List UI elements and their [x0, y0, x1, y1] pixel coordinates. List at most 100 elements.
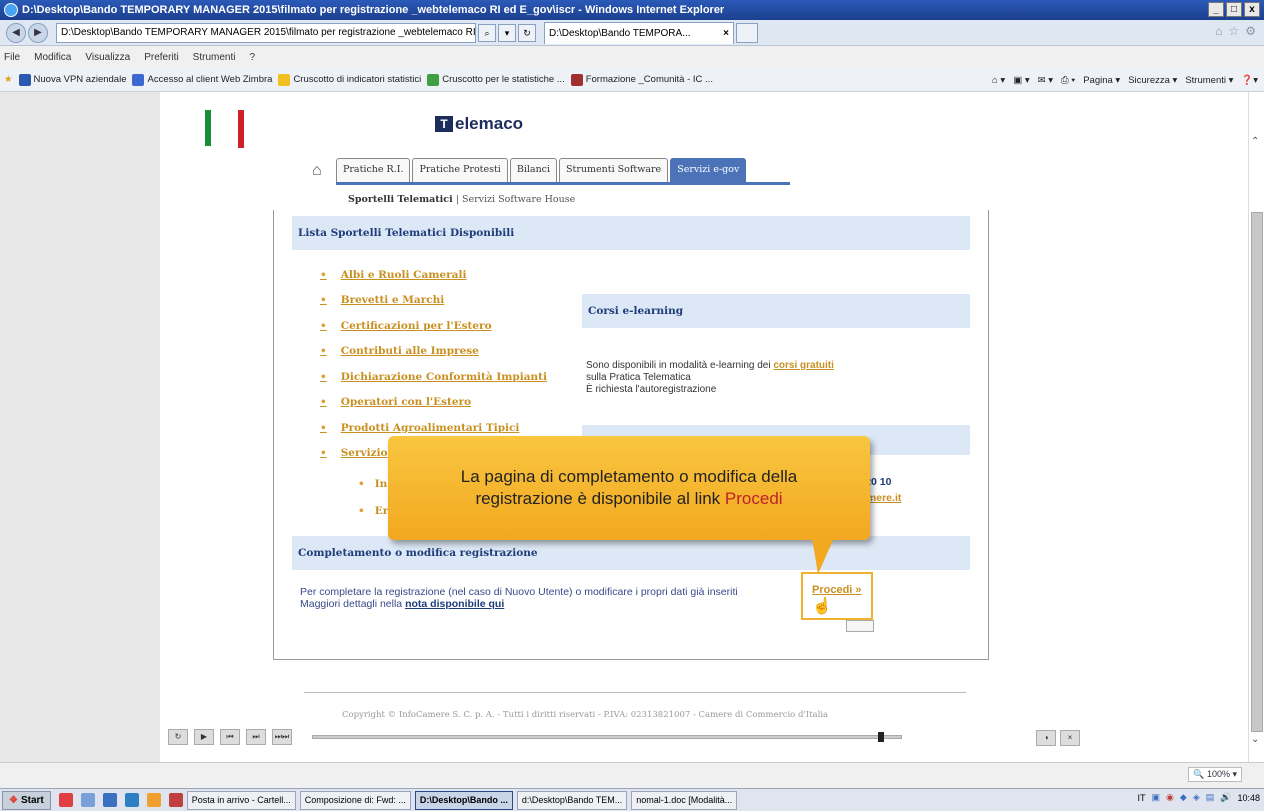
menu-strumenti[interactable]: Strumenti [193, 52, 236, 63]
tab-bilanci[interactable]: Bilanci [509, 158, 558, 182]
favorite-icon [570, 73, 583, 86]
quicklaunch-icon[interactable] [168, 793, 183, 807]
nota-link[interactable]: nota disponibile qui [405, 598, 504, 610]
previous-icon[interactable]: ⏮ [220, 729, 240, 745]
copyright-text: Copyright © InfoCamere S. C. p. A. - Tut… [342, 710, 829, 720]
flag-red-stripe [238, 110, 244, 148]
refresh-icon[interactable]: ↻ [518, 23, 536, 42]
subnav-sportelli[interactable]: Sportelli Telematici [348, 194, 453, 205]
settings-gear-icon[interactable]: ⚙ [1245, 24, 1256, 38]
favorites-star-icon[interactable]: ☆ [1228, 24, 1239, 38]
completamento-header: Completamento o modifica registrazione [292, 536, 970, 570]
scrollbar-thumb[interactable] [1251, 212, 1263, 732]
close-player-icon[interactable]: × [1060, 730, 1080, 746]
seek-thumb[interactable] [878, 732, 884, 742]
feeds-icon[interactable]: ▣ ▾ [1013, 75, 1029, 86]
quicklaunch-icon[interactable] [102, 793, 117, 807]
seek-bar[interactable] [312, 735, 902, 739]
favorite-item[interactable]: Cruscotto di indicatori statistici [278, 73, 421, 86]
tab-close-icon[interactable]: × [723, 28, 729, 39]
scroll-down-icon[interactable]: ⌄ [1251, 734, 1259, 745]
volume-tray-icon[interactable]: 🔊 [1220, 792, 1231, 803]
list-header: Lista Sportelli Telematici Disponibili [292, 216, 970, 250]
favorite-icon [132, 73, 145, 86]
zoom-icon: 🔍 [1193, 769, 1205, 779]
list-item[interactable]: Brevetti e Marchi [320, 288, 547, 314]
volume-icon[interactable]: ◑ [1036, 730, 1056, 746]
quicklaunch-icon[interactable] [146, 793, 161, 807]
tray-icon[interactable]: ▤ [1206, 792, 1215, 803]
scroll-up-icon[interactable]: ⌃ [1251, 136, 1259, 147]
tray-icon[interactable]: ▣ [1152, 792, 1161, 803]
back-icon[interactable]: ◀ [6, 22, 26, 43]
taskbar-task[interactable]: nomal-1.doc [Modalità... [631, 790, 738, 810]
quicklaunch-icon[interactable] [124, 793, 139, 807]
taskbar-task[interactable]: Posta in arrivo - Cartell... [186, 790, 296, 810]
browser-tab[interactable]: D:\Desktop\Bando TEMPORA... × [544, 21, 734, 44]
help-icon[interactable]: ❓▾ [1241, 75, 1258, 86]
taskbar-task[interactable]: D:\Desktop\Bando ... [414, 790, 513, 810]
list-item[interactable]: Contributi alle Imprese [320, 339, 547, 365]
menu-visualizza[interactable]: Visualizza [85, 52, 130, 63]
dropdown-icon[interactable]: ▾ [498, 23, 516, 42]
play-icon[interactable]: ▶ [194, 729, 214, 745]
tab-pratiche-ri[interactable]: Pratiche R.I. [336, 158, 411, 182]
favorite-item[interactable]: Nuova VPN aziendale [18, 73, 126, 86]
search-icon[interactable]: ⌕ [478, 23, 496, 42]
zoom-control[interactable]: 🔍 100% ▾ [1188, 767, 1242, 782]
tab-strumenti-software[interactable]: Strumenti Software [559, 158, 669, 182]
quicklaunch-icon[interactable] [80, 793, 95, 807]
favorite-item[interactable]: Accesso al client Web Zimbra [132, 73, 272, 86]
menu-modifica[interactable]: Modifica [34, 52, 71, 63]
sublist-item[interactable]: Er [358, 497, 389, 524]
vertical-scrollbar[interactable]: ⌃ ⌄ [1248, 92, 1264, 762]
favorites-star-icon[interactable]: ★ [4, 74, 13, 85]
new-tab-button[interactable] [736, 22, 758, 43]
taskbar-task[interactable]: d:\Desktop\Bando TEM... [516, 790, 628, 810]
minimize-button[interactable]: _ [1208, 2, 1224, 17]
home-icon[interactable]: ⌂ [312, 162, 322, 180]
quicklaunch-icon[interactable] [58, 793, 73, 807]
home-icon[interactable]: ⌂ [1215, 24, 1222, 38]
favorite-item[interactable]: Cruscotto per le statistiche ... [427, 73, 565, 86]
tab-servizi-egov[interactable]: Servizi e-gov [670, 158, 747, 182]
link-tooltip [846, 620, 874, 632]
next-icon[interactable]: ⏭ [246, 729, 266, 745]
menu-help[interactable]: ? [249, 52, 255, 63]
tray-icon[interactable]: ◆ [1180, 792, 1187, 803]
maximize-button[interactable]: □ [1226, 2, 1242, 17]
command-sicurezza[interactable]: Sicurezza ▾ [1128, 75, 1177, 86]
print-icon[interactable]: ⎙ ▾ [1061, 75, 1075, 86]
window-title-bar: D:\Desktop\Bando TEMPORARY MANAGER 2015\… [0, 0, 1264, 20]
list-item[interactable]: Dichiarazione Conformità Impianti [320, 364, 547, 390]
corsi-gratuiti-link[interactable]: corsi gratuiti [773, 360, 834, 371]
tutorial-callout: La pagina di completamento o modifica de… [388, 436, 870, 540]
replay-icon[interactable]: ↻ [168, 729, 188, 745]
procedi-link[interactable]: Procedi » [812, 584, 862, 596]
list-item[interactable]: Albi e Ruoli Camerali [320, 262, 547, 288]
end-icon[interactable]: ⏭⏭ [272, 729, 292, 745]
close-window-button[interactable]: x [1244, 2, 1260, 17]
home-icon[interactable]: ⌂ ▾ [992, 75, 1005, 86]
command-strumenti[interactable]: Strumenti ▾ [1185, 75, 1233, 86]
language-indicator[interactable]: IT [1138, 793, 1146, 803]
mail-icon[interactable]: ✉ ▾ [1038, 75, 1053, 86]
menu-file[interactable]: File [4, 52, 20, 63]
taskbar-task[interactable]: Composizione di: Fwd: ... [299, 790, 411, 810]
sublist-item[interactable]: In [358, 470, 388, 497]
zoom-level: 100% [1206, 769, 1230, 779]
start-button[interactable]: ❖ Start [2, 790, 51, 810]
list-item[interactable]: Certificazioni per l'Estero [320, 313, 547, 339]
tab-pratiche-protesti[interactable]: Pratiche Protesti [412, 158, 508, 182]
list-item[interactable]: Operatori con l'Estero [320, 390, 547, 416]
address-input[interactable]: D:\Desktop\Bando TEMPORARY MANAGER 2015\… [56, 22, 476, 43]
clock[interactable]: 10:48 [1237, 793, 1260, 803]
tray-icon[interactable]: ◉ [1166, 792, 1174, 803]
tray-icon[interactable]: ◈ [1193, 792, 1200, 803]
tab-underline [336, 182, 790, 185]
command-pagina[interactable]: Pagina ▾ [1083, 75, 1120, 86]
favorite-item[interactable]: Formazione _Comunità - IC ... [570, 73, 713, 86]
subnav-servizi-software-house[interactable]: Servizi Software House [462, 194, 575, 205]
menu-preferiti[interactable]: Preferiti [144, 52, 178, 63]
forward-icon[interactable]: ▶ [28, 22, 48, 43]
